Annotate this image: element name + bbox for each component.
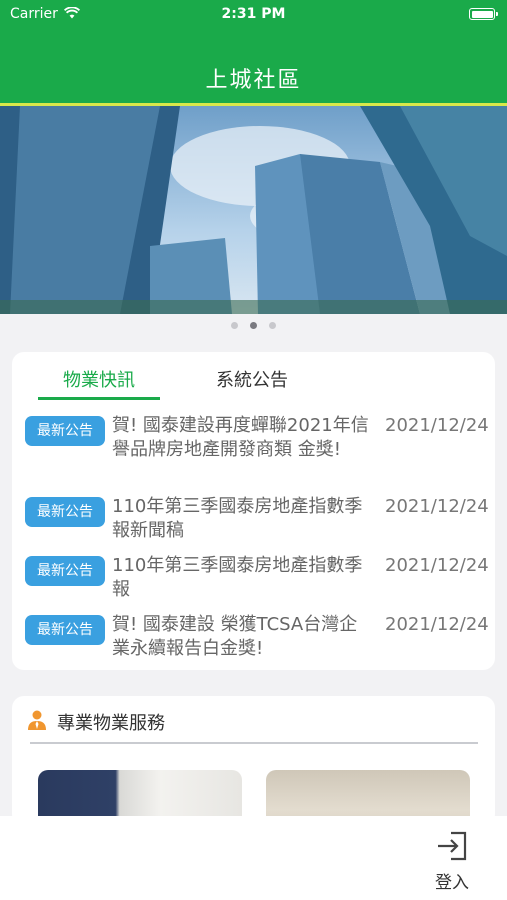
news-date: 2021/12/24 <box>385 415 489 436</box>
person-icon <box>28 710 46 730</box>
services-title: 專業物業服務 <box>57 713 165 734</box>
news-date: 2021/12/24 <box>385 555 489 576</box>
divider <box>30 742 478 744</box>
app-header: Carrier 2:31 PM 上城社區 <box>0 0 507 106</box>
carousel-indicator[interactable] <box>0 318 507 332</box>
carousel-dot-active[interactable] <box>250 321 257 329</box>
carousel-dot[interactable] <box>269 321 276 329</box>
bottom-tab-bar: 登入 <box>0 816 507 900</box>
login-icon <box>438 831 467 861</box>
news-title: 110年第三季國泰房地產指數季報新聞稿 <box>112 496 363 541</box>
active-tab-indicator <box>38 397 160 400</box>
news-date: 2021/12/24 <box>385 614 489 635</box>
news-title: 賀! 國泰建設再度蟬聯2021年信譽品牌房地產開發商類 金獎! <box>112 415 369 460</box>
battery-icon <box>469 8 498 20</box>
latest-badge: 最新公告 <box>25 416 105 446</box>
banner-image[interactable] <box>0 106 507 314</box>
news-date: 2021/12/24 <box>385 496 489 517</box>
page-title: 上城社區 <box>205 68 302 93</box>
login-button[interactable]: 登入 <box>424 830 480 894</box>
tab-system-announcement[interactable]: 系統公告 <box>202 366 302 392</box>
status-bar: Carrier 2:31 PM <box>0 0 507 28</box>
news-title: 賀! 國泰建設 榮獲TCSA台灣企業永續報告白金獎! <box>112 614 358 659</box>
services-card: 專業物業服務 <box>12 696 495 826</box>
login-label: 登入 <box>435 873 469 893</box>
latest-badge: 最新公告 <box>25 497 105 527</box>
latest-badge: 最新公告 <box>25 615 105 645</box>
news-title: 110年第三季國泰房地產指數季報 <box>112 555 363 600</box>
news-card: 物業快訊 系統公告 最新公告 賀! 國泰建設再度蟬聯2021年信譽品牌房地產開發… <box>12 352 495 670</box>
tab-property-news[interactable]: 物業快訊 <box>39 366 159 392</box>
carousel-dot[interactable] <box>231 321 238 329</box>
status-time: 2:31 PM <box>221 6 286 22</box>
latest-badge: 最新公告 <box>25 556 105 586</box>
